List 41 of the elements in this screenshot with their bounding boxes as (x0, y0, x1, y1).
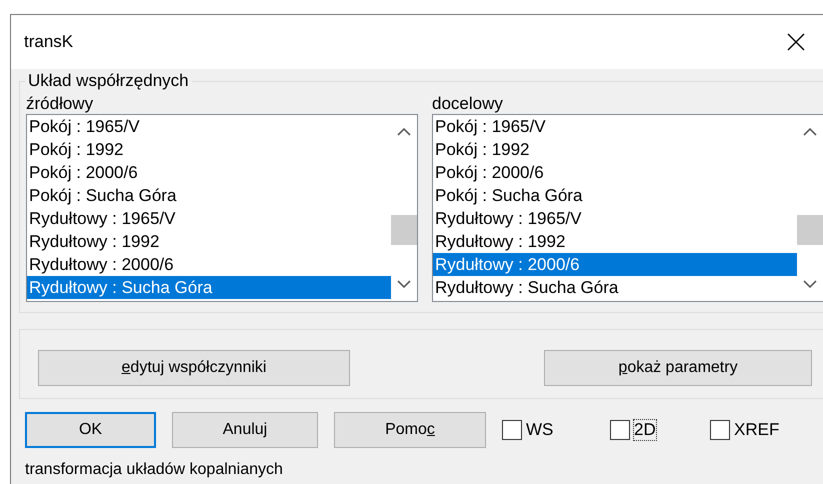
action-button[interactable]: pokaż parametry (544, 350, 812, 386)
status-text: transformacja układów kopalnianych (25, 460, 283, 480)
scroll-up-icon[interactable] (803, 127, 817, 137)
close-icon[interactable] (787, 33, 805, 51)
list-item[interactable]: Rydułtowy : 2000/6 (433, 253, 797, 276)
list-item[interactable]: Pokój : Sucha Góra (433, 184, 797, 207)
list-item[interactable]: Pokój : 2000/6 (27, 161, 391, 184)
list-item[interactable]: Pokój : 1965/V (433, 115, 797, 138)
checkbox[interactable] (710, 420, 730, 440)
scroll-down-icon[interactable] (803, 279, 817, 289)
list-item[interactable]: Rydułtowy : Sucha Góra (433, 276, 797, 299)
dialog-button[interactable]: Pomoc (334, 412, 486, 448)
list-item[interactable]: Rydułtowy : Sucha Góra (27, 276, 391, 299)
dialog-button[interactable]: OK (25, 412, 156, 448)
action-button[interactable]: edytuj współczynniki (38, 350, 350, 386)
list-item[interactable]: Rydułtowy : 1992 (433, 230, 797, 253)
list-item[interactable]: Pokój : 1992 (27, 138, 391, 161)
list-item[interactable]: Rydułtowy : 1965/V (433, 207, 797, 230)
list-item[interactable]: Pokój : Sucha Góra (27, 184, 391, 207)
list-item[interactable]: Pokój : 1992 (433, 138, 797, 161)
scroll-down-icon[interactable] (397, 279, 411, 289)
list-box[interactable]: Pokój : 1965/V Pokój : 1992 Pokój : 2000/6 Pokój : Sucha Góra Rydułtowy : 1965/V Rydułtowy : 1992 Rydułtowy : 2000/6 Rydułtowy : Sucha Góra (432, 114, 823, 302)
list-item[interactable]: Rydułtowy : 1965/V (27, 207, 391, 230)
checkbox-label: 2D (634, 420, 656, 440)
checkbox[interactable] (610, 420, 630, 440)
list-label: docelowy (432, 94, 503, 114)
scroll-up-icon[interactable] (397, 127, 411, 137)
list-item[interactable]: Pokój : 1965/V (27, 115, 391, 138)
list-label: źródłowy (26, 94, 94, 114)
list-item[interactable]: Pokój : 2000/6 (433, 161, 797, 184)
scroll-thumb[interactable] (391, 215, 417, 245)
list-item[interactable]: Rydułtowy : 2000/6 (27, 253, 391, 276)
group-title: Układ współrzędnych (25, 71, 192, 91)
list-box[interactable]: Pokój : 1965/V Pokój : 1992 Pokój : 2000/6 Pokój : Sucha Góra Rydułtowy : 1965/V Rydułtowy : 1992 Rydułtowy : 2000/6 Rydułtowy : Sucha Góra (26, 114, 418, 302)
checkbox-label: XREF (734, 420, 780, 440)
window-title: transK (24, 31, 74, 54)
checkbox[interactable] (502, 420, 522, 440)
scroll-thumb[interactable] (797, 215, 823, 245)
checkbox-label: WS (526, 420, 554, 440)
dialog-button[interactable]: Anuluj (172, 412, 318, 448)
list-item[interactable]: Rydułtowy : 1992 (27, 230, 391, 253)
